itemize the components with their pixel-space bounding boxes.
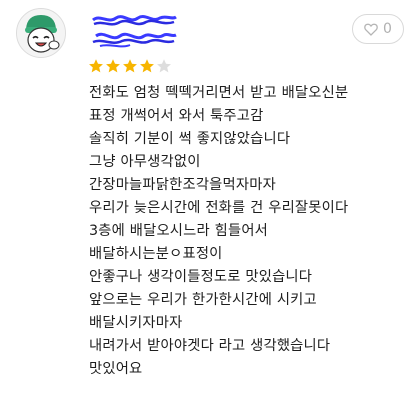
like-button[interactable]: 0 xyxy=(352,14,404,44)
star-icon-filled xyxy=(88,58,104,74)
review-line: 전화도 엄청 떽떽거리면서 받고 배달오신분 xyxy=(89,85,349,101)
avatar-icon xyxy=(17,9,65,57)
star-icon-filled xyxy=(139,58,155,74)
like-count: 0 xyxy=(383,21,392,37)
star-icon-filled xyxy=(105,58,121,74)
review-line: 맛있어요 xyxy=(89,361,143,377)
heart-icon xyxy=(364,23,378,36)
review-line: 솔직히 기분이 썩 좋지않았습니다 xyxy=(89,131,291,147)
review-line: 그냥 아무생각없이 xyxy=(89,154,201,170)
review-line: 우리가 늦은시간에 전화를 건 우리잘못이다 xyxy=(89,200,349,216)
review-line: 배달시키자마자 xyxy=(89,315,183,331)
review-text: 전화도 엄청 떽떽거리면서 받고 배달오신분표정 개썩어서 와서 툭주고감솔직히… xyxy=(89,82,414,381)
rating-stars xyxy=(88,58,172,78)
review-line: 3층에 배달오시느라 힘들어서 xyxy=(89,223,269,239)
review-card: 0 전화도 엄청 떽떽거리면서 받고 배달오신분표정 개썩어서 와서 툭주고감솔… xyxy=(0,0,419,404)
review-line: 간장마늘파닭한조각을먹자마자 xyxy=(89,177,276,193)
review-line: 표정 개썩어서 와서 툭주고감 xyxy=(89,108,264,124)
review-line: 배달하시는분ㅇ표정이 xyxy=(89,246,223,262)
star-icon-empty xyxy=(156,58,172,74)
avatar[interactable] xyxy=(16,8,66,58)
review-line: 안좋구나 생각이들정도로 맛있습니다 xyxy=(89,269,313,285)
star-icon-filled xyxy=(122,58,138,74)
review-line: 앞으로는 우리가 한가한시간에 시키고 xyxy=(89,292,317,308)
review-line: 내려가서 받아야겟다 라고 생각했습니다 xyxy=(89,338,331,354)
username-redacted xyxy=(90,10,180,54)
